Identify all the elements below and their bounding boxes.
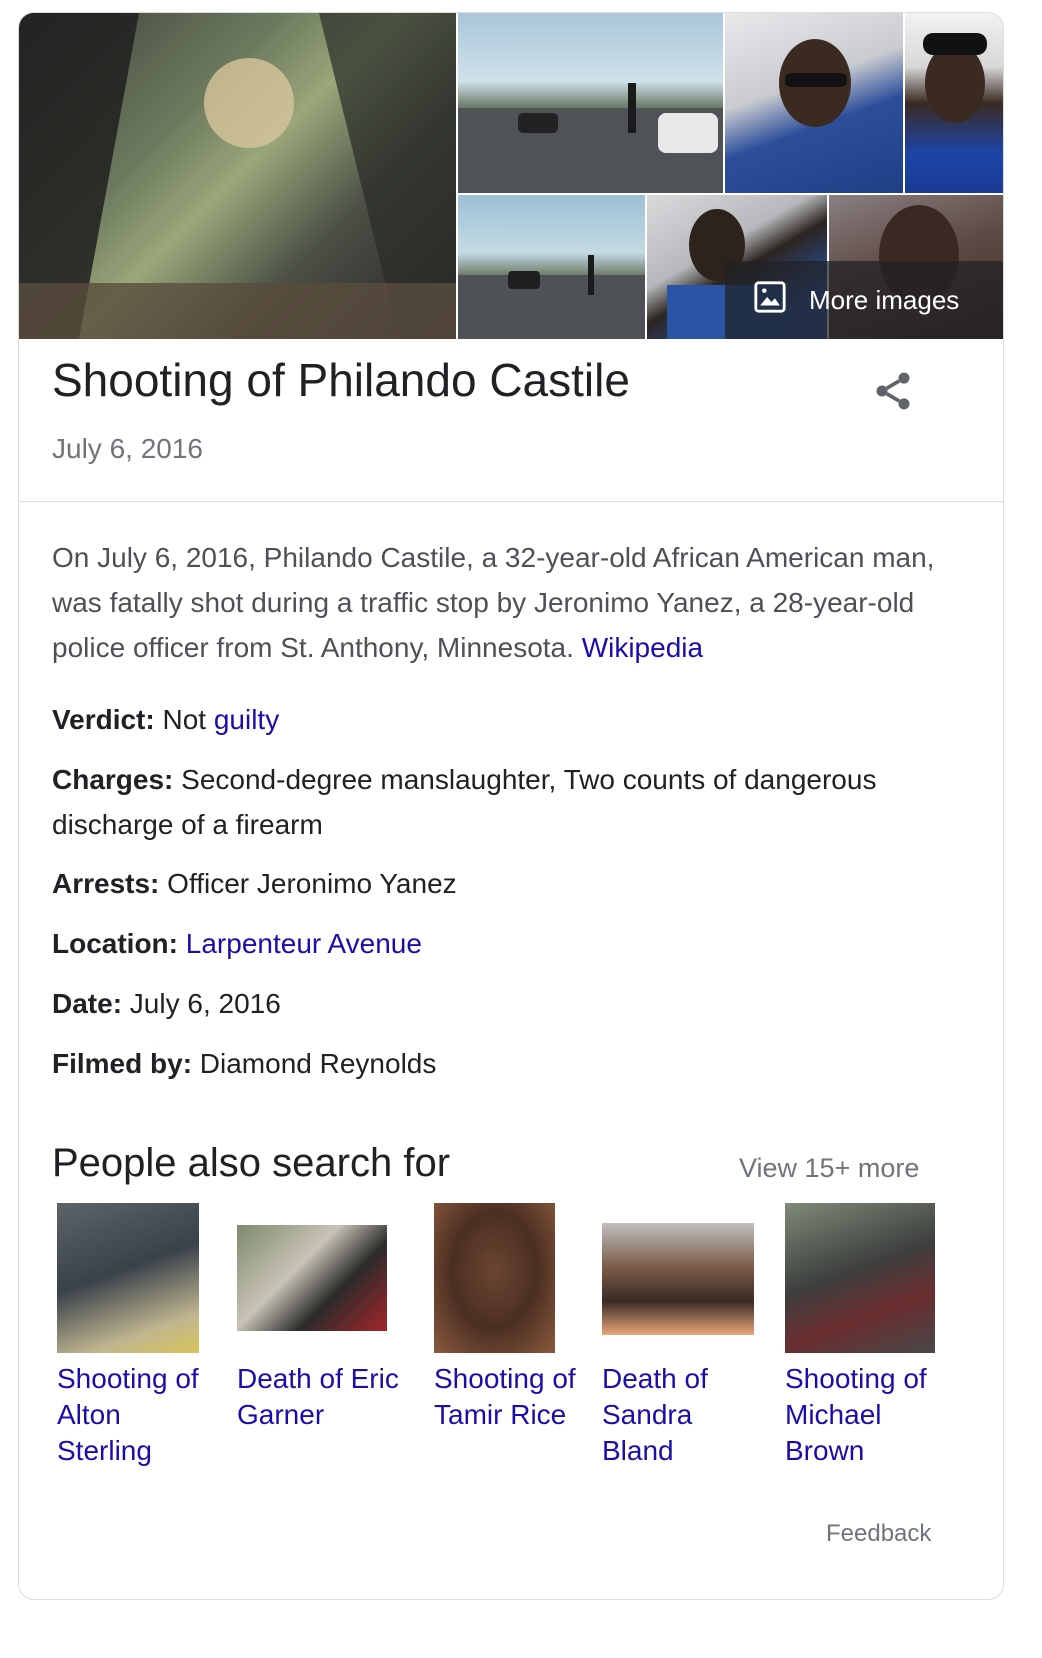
fact-label: Filmed by: [52,1048,193,1079]
image-grid: More images [19,13,1003,339]
fact-label: Date: [52,988,123,1019]
description-text: On July 6, 2016, Philando Castile, a 32-… [52,542,935,663]
pasf-thumbnail[interactable] [785,1203,935,1353]
description: On July 6, 2016, Philando Castile, a 32-… [52,535,942,670]
fact-location: Location: Larpenteur Avenue [52,921,952,966]
fact-date: Date: July 6, 2016 [52,981,952,1026]
feedback-link[interactable]: Feedback [826,1520,931,1548]
more-images-label: More images [809,284,960,315]
more-images-button[interactable]: More images [725,261,1003,339]
pasf-thumbnail[interactable] [434,1203,555,1353]
fact-filmed-by: Filmed by: Diamond Reynolds [52,1041,952,1086]
fact-value: July 6, 2016 [129,988,281,1019]
fact-value: Not [162,704,207,735]
fact-label: Location: [52,928,178,959]
divider [19,501,1003,502]
verdict-link[interactable]: guilty [214,704,279,735]
fact-label: Charges: [52,764,174,795]
pasf-label[interactable]: Shooting of Michael Brown [785,1361,950,1469]
fact-label: Arrests: [52,868,160,899]
view-more-link[interactable]: View 15+ more [739,1153,919,1184]
fact-value: Diamond Reynolds [199,1048,437,1079]
knowledge-panel: More images Shooting of Philando Castile… [18,12,1004,1600]
image-dashcam-car-interior[interactable] [19,13,456,339]
pasf-label[interactable]: Death of Eric Garner [237,1361,402,1433]
pasf-thumbnail[interactable] [57,1203,199,1353]
fact-value: Officer Jeronimo Yanez [167,868,457,899]
wikipedia-link[interactable]: Wikipedia [582,632,703,663]
fact-verdict: Verdict: Not guilty [52,697,952,742]
image-traffic-stop-1[interactable] [458,13,723,193]
share-icon[interactable] [871,369,915,413]
pasf-thumbnail[interactable] [602,1223,754,1335]
page-subtitle: July 6, 2016 [52,433,203,464]
image-portrait-1[interactable] [725,13,903,193]
image-traffic-stop-2[interactable] [458,195,645,339]
fact-label: Verdict: [52,704,155,735]
pasf-label[interactable]: Death of Sandra Bland [602,1361,767,1469]
people-also-search-title: People also search for [52,1141,451,1185]
fact-value: Second-degree manslaughter, Two counts o… [52,764,877,840]
pasf-label[interactable]: Shooting of Tamir Rice [434,1361,599,1433]
pasf-label[interactable]: Shooting of Alton Sterling [57,1361,222,1469]
fact-charges: Charges: Second-degree manslaughter, Two… [52,757,952,847]
image-icon [753,280,809,321]
fact-arrests: Arrests: Officer Jeronimo Yanez [52,861,952,906]
pasf-thumbnail[interactable] [237,1225,387,1331]
page-title: Shooting of Philando Castile [52,354,630,406]
image-portrait-2[interactable] [905,13,1003,193]
location-link[interactable]: Larpenteur Avenue [186,928,422,959]
